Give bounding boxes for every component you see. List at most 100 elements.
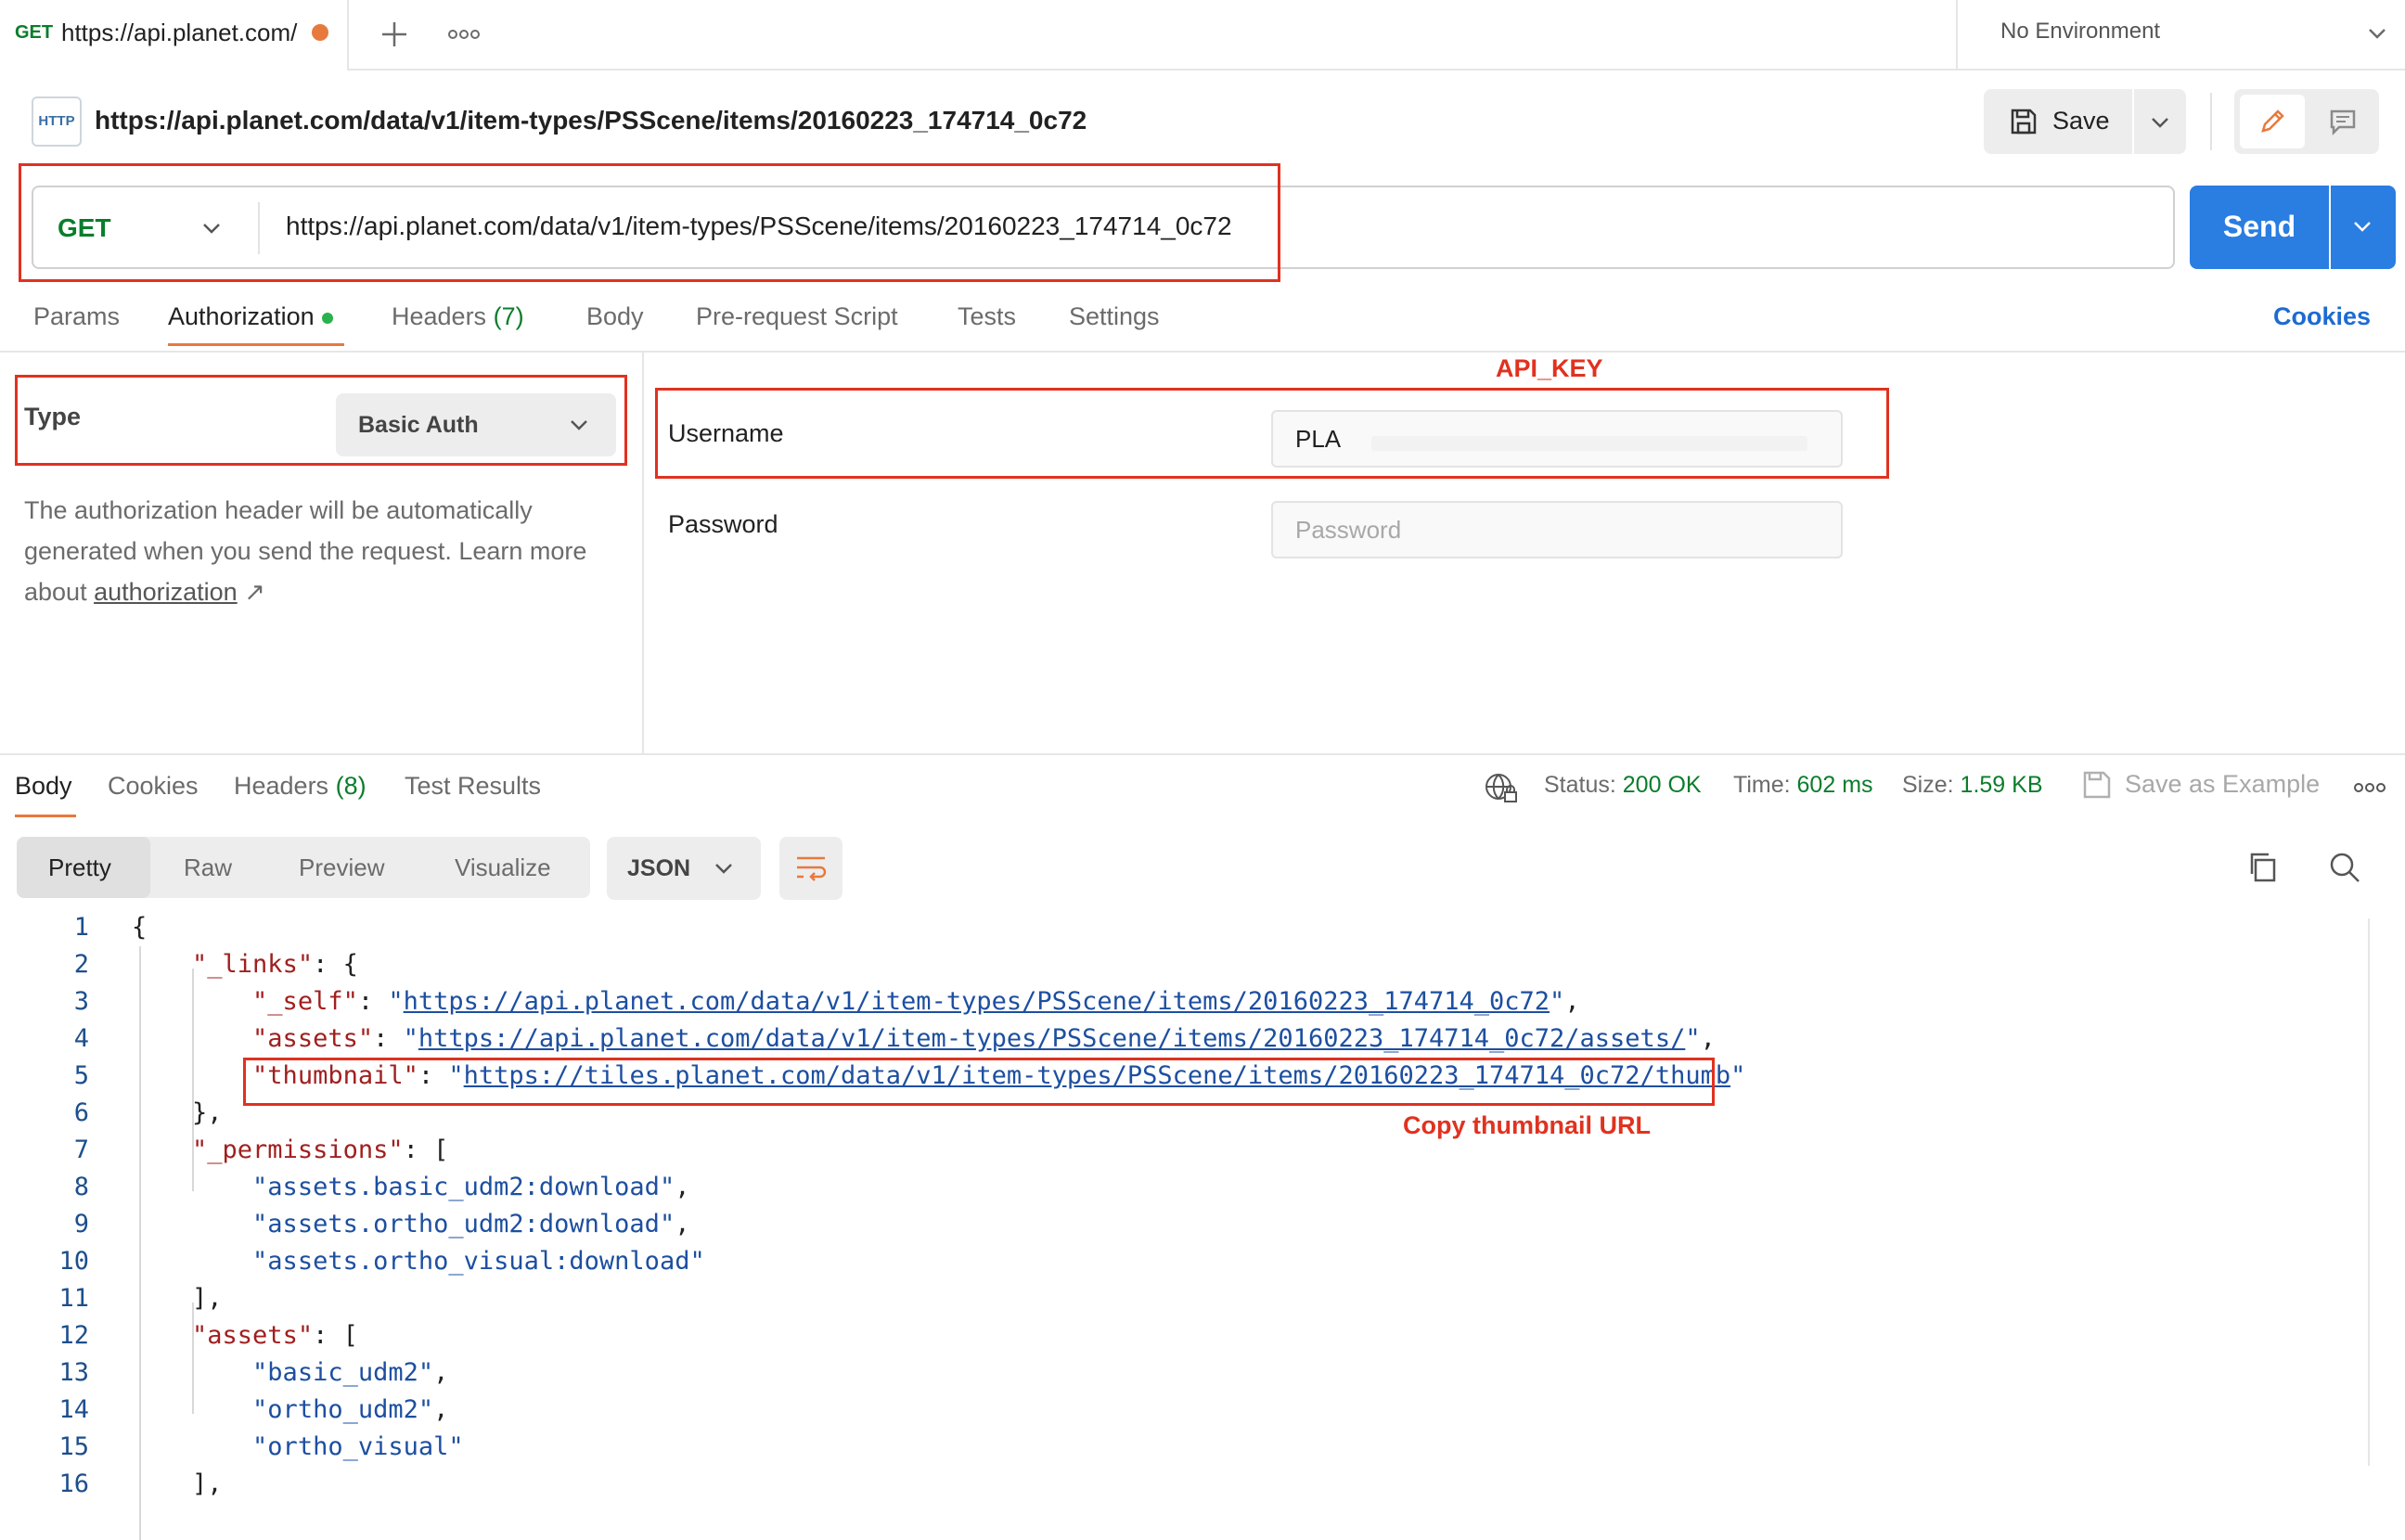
line-number: 3 xyxy=(73,987,89,1016)
json-string: "assets.basic_udm2:download" xyxy=(252,1173,675,1201)
tab-params[interactable]: Params xyxy=(33,302,120,331)
code-text: "ortho_visual" xyxy=(132,1429,464,1466)
line-number: 14 xyxy=(58,1395,89,1424)
response-tab-headers[interactable]: Headers (8) xyxy=(234,772,367,801)
json-string: "basic_udm2" xyxy=(252,1358,434,1387)
environment-selector[interactable]: No Environment xyxy=(1956,0,2405,71)
response-time: Time: 602 ms xyxy=(1733,772,1873,799)
line-number: 6 xyxy=(73,1098,89,1127)
new-tab-icon[interactable] xyxy=(373,13,416,56)
search-icon[interactable] xyxy=(2327,850,2362,885)
response-tab-cookies[interactable]: Cookies xyxy=(108,772,199,801)
active-response-tab-indicator xyxy=(15,815,76,817)
chevron-down-icon xyxy=(571,420,587,430)
method-select[interactable]: GET xyxy=(33,187,258,267)
save-as-example-button[interactable]: Save as Example xyxy=(2125,770,2320,799)
save-options-button[interactable] xyxy=(2134,89,2186,154)
code-text: "assets": [ xyxy=(192,1321,358,1350)
wrap-lines-button[interactable] xyxy=(779,837,842,900)
json-link[interactable]: https://api.planet.com/data/v1/item-type… xyxy=(418,1024,1685,1053)
response-tab-test-results[interactable]: Test Results xyxy=(405,772,541,801)
code-text: "assets": "https://api.planet.com/data/v… xyxy=(252,1024,1716,1053)
language-select[interactable]: JSON xyxy=(607,837,761,900)
code-text: ], xyxy=(132,1284,223,1313)
method-divider xyxy=(258,202,260,254)
code-text: ], xyxy=(132,1469,223,1498)
code-text: "assets.basic_udm2:download", xyxy=(252,1173,690,1201)
annotation-api-key: API_KEY xyxy=(1496,354,1603,382)
tab-body[interactable]: Body xyxy=(586,302,644,331)
json-key: "thumbnail" xyxy=(252,1061,418,1090)
response-body-editor[interactable]: 1 { 2 "_links": { 3 "_self": "https://api… xyxy=(0,909,2368,1540)
request-tab[interactable]: GET https://api.planet.com/ xyxy=(0,0,349,71)
tab-headers[interactable]: Headers (7) xyxy=(392,302,524,331)
save-button[interactable]: Save xyxy=(1984,89,2132,154)
password-field[interactable]: Password xyxy=(1271,501,1843,558)
format-raw[interactable]: Raw xyxy=(184,853,232,882)
chevron-down-icon xyxy=(2152,118,2168,128)
tab-authorization[interactable]: Authorization xyxy=(168,302,333,331)
time-value: 602 ms xyxy=(1796,772,1873,798)
json-link[interactable]: https://api.planet.com/data/v1/item-type… xyxy=(404,987,1550,1016)
password-label: Password xyxy=(668,510,778,538)
tab-settings[interactable]: Settings xyxy=(1069,302,1160,331)
external-link-icon: ↗ xyxy=(244,578,265,606)
code-text: "thumbnail": "https://tiles.planet.com/d… xyxy=(252,1061,1746,1090)
more-options-icon[interactable] xyxy=(2353,777,2386,798)
size-label: Size: xyxy=(1902,772,1954,798)
more-tabs-icon[interactable] xyxy=(445,20,482,48)
json-key: "assets" xyxy=(192,1321,314,1350)
comment-icon xyxy=(2330,109,2356,136)
request-response-divider[interactable] xyxy=(0,753,2405,755)
authorization-link[interactable]: authorization xyxy=(94,578,238,606)
copy-icon[interactable] xyxy=(2245,850,2281,885)
format-visualize[interactable]: Visualize xyxy=(455,853,551,882)
environment-label: No Environment xyxy=(2000,19,2161,44)
globe-lock-icon[interactable] xyxy=(1483,770,1520,807)
format-pretty-label: Pretty xyxy=(48,853,111,881)
format-preview[interactable]: Preview xyxy=(299,853,384,882)
code-text: "ortho_udm2", xyxy=(252,1395,449,1424)
send-options-button[interactable] xyxy=(2331,186,2396,269)
auth-type-label: Type xyxy=(24,403,82,430)
tabs-divider xyxy=(0,351,2405,353)
auth-help-text: The authorization header will be automat… xyxy=(24,490,627,612)
http-icon: HTTP xyxy=(32,96,82,147)
send-label: Send xyxy=(2222,210,2296,243)
request-title[interactable]: https://api.planet.com/data/v1/item-type… xyxy=(95,106,1087,135)
pencil-icon xyxy=(2261,109,2284,133)
url-input[interactable]: https://api.planet.com/data/v1/item-type… xyxy=(286,212,1232,241)
response-tab-body[interactable]: Body xyxy=(15,772,72,801)
format-pretty[interactable]: Pretty xyxy=(17,837,150,898)
tab-headers-count: (7) xyxy=(493,302,524,330)
tab-strip: GET https://api.planet.com/ No Environme… xyxy=(0,0,2405,71)
response-headers-count: (8) xyxy=(335,772,367,800)
line-number: 1 xyxy=(73,913,89,942)
json-string: "assets.ortho_visual:download" xyxy=(252,1247,705,1276)
view-mode-toggle xyxy=(2234,89,2379,154)
tab-tests[interactable]: Tests xyxy=(958,302,1016,331)
save-icon xyxy=(2083,771,2111,799)
response-size: Size: 1.59 KB xyxy=(1902,772,2043,799)
send-button[interactable]: Send xyxy=(2190,186,2329,269)
code-text: "assets.ortho_visual:download" xyxy=(132,1243,705,1280)
edit-mode-button[interactable] xyxy=(2240,95,2305,148)
line-number: 16 xyxy=(58,1469,89,1498)
response-status: Status: 200 OK xyxy=(1544,772,1702,799)
tab-prerequest-script[interactable]: Pre-request Script xyxy=(696,302,898,331)
method-label: GET xyxy=(58,213,111,242)
scrollbar[interactable] xyxy=(2368,918,2370,1466)
code-text: "basic_udm2", xyxy=(252,1358,449,1387)
chevron-down-icon xyxy=(2369,29,2386,39)
cookies-link[interactable]: Cookies xyxy=(2273,302,2371,331)
wrap-lines-icon xyxy=(797,856,827,881)
thumbnail-link[interactable]: https://tiles.planet.com/data/v1/item-ty… xyxy=(464,1061,1730,1090)
username-label: Username xyxy=(668,419,784,447)
tab-authorization-label: Authorization xyxy=(168,302,315,330)
comments-mode-button[interactable] xyxy=(2310,95,2375,148)
auth-type-select[interactable]: Basic Auth xyxy=(336,393,616,456)
line-number: 7 xyxy=(73,1136,89,1164)
code-text: "_links": { xyxy=(192,950,358,979)
line-number: 5 xyxy=(73,1061,89,1090)
status-label: Status: xyxy=(1544,772,1616,798)
